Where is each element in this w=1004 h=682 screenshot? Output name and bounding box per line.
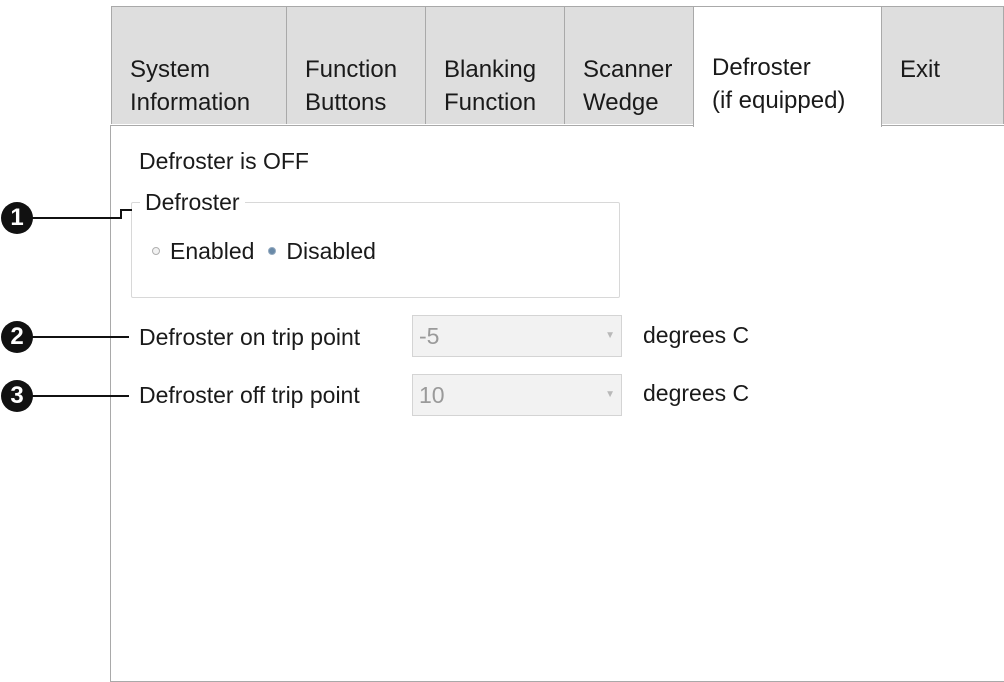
- tab-strip: System Information Function Buttons Blan…: [111, 6, 1004, 127]
- tab-exit[interactable]: Exit: [881, 6, 1004, 124]
- disabled-radio-indicator[interactable]: [268, 247, 277, 255]
- off-trip-point-label: Defroster off trip point: [139, 382, 360, 408]
- disabled-radio-label: Disabled: [286, 238, 376, 264]
- tab-function-buttons[interactable]: Function Buttons: [286, 6, 426, 124]
- enabled-radio[interactable]: Enabled: [152, 236, 254, 266]
- off-trip-point-select[interactable]: 10 ▼: [412, 374, 622, 416]
- on-trip-point-unit: degrees C: [643, 322, 750, 348]
- defroster-group-legend: Defroster: [140, 188, 245, 216]
- tab-label-line2: Function: [444, 89, 537, 116]
- tab-label-line1: Function: [305, 56, 398, 83]
- callout-1: 1: [1, 202, 33, 234]
- tab-label-line1: Defroster: [712, 54, 811, 81]
- callout-3-leader: [30, 395, 129, 397]
- callout-2: 2: [1, 321, 33, 353]
- tab-label-line2: Wedge: [583, 89, 659, 116]
- callout-2-leader: [30, 336, 129, 338]
- tab-defroster[interactable]: Defroster (if equipped): [693, 6, 882, 127]
- on-trip-point-label: Defroster on trip point: [139, 324, 361, 350]
- defroster-radio-group: Enabled Disabled: [152, 236, 390, 266]
- tab-scanner-wedge[interactable]: Scanner Wedge: [564, 6, 694, 124]
- chevron-down-icon: ▼: [605, 389, 615, 400]
- enabled-radio-indicator[interactable]: [152, 247, 160, 255]
- tab-label-line1: Exit: [900, 56, 941, 83]
- on-trip-point-select[interactable]: -5 ▼: [412, 315, 622, 357]
- tab-label-line2: Information: [130, 89, 251, 116]
- on-trip-point-value: -5: [419, 323, 440, 349]
- tab-system-information[interactable]: System Information: [111, 6, 287, 124]
- tab-label-line1: Blanking: [444, 56, 537, 83]
- tab-label-line1: System: [130, 56, 211, 83]
- off-trip-point-value: 10: [419, 382, 445, 408]
- tab-label-line1: Scanner: [583, 56, 673, 83]
- tab-blanking-function[interactable]: Blanking Function: [425, 6, 565, 124]
- disabled-radio[interactable]: Disabled: [268, 236, 376, 266]
- defroster-status-text: Defroster is OFF: [139, 148, 309, 174]
- chevron-down-icon: ▼: [605, 330, 615, 341]
- callout-1-leader-end: [120, 209, 132, 211]
- enabled-radio-label: Enabled: [170, 238, 255, 264]
- tab-label-line2: (if equipped): [712, 87, 846, 114]
- callout-3: 3: [1, 380, 33, 412]
- off-trip-point-unit: degrees C: [643, 380, 750, 406]
- tab-label-line2: Buttons: [305, 89, 387, 116]
- callout-1-leader: [30, 217, 122, 219]
